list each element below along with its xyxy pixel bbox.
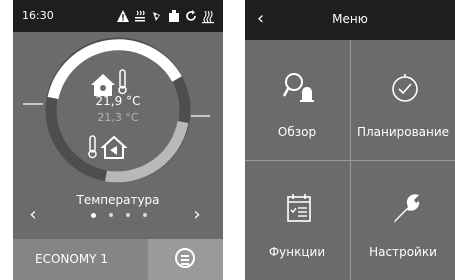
clock-icon <box>392 74 418 102</box>
status-icons <box>116 6 215 26</box>
clock-text: 16:30 <box>22 9 54 22</box>
next-arrow-button[interactable]: › <box>187 205 207 225</box>
menu-title: Меню <box>332 12 368 26</box>
prev-arrow-button[interactable]: ‹ <box>23 205 43 225</box>
page-dot[interactable] <box>143 213 147 217</box>
footer-bar: ECONOMY 1 <box>13 239 223 280</box>
wrench-icon <box>394 194 420 223</box>
grid-divider-horizontal <box>245 160 455 161</box>
tile-schedule[interactable]: Планирование <box>351 41 455 160</box>
tile-label: Функции <box>268 245 326 259</box>
page-indicator <box>91 213 147 218</box>
menu-header: ‹ Меню <box>245 0 455 40</box>
tile-label: Обзор <box>277 125 317 139</box>
heating-icon <box>133 8 147 24</box>
tile-functions[interactable]: Функции <box>245 161 349 280</box>
indoor-house-icon <box>91 69 127 96</box>
tile-overview[interactable]: Обзор <box>245 41 349 160</box>
indoor-temperature: 21,9 °C <box>95 94 141 108</box>
fan-icon <box>150 8 164 24</box>
sync-icon <box>184 8 198 24</box>
search-bell-icon <box>282 73 314 102</box>
thermostat-screen: 16:30 21,9 °C 21,3 °C Температура ‹ › EC… <box>13 0 223 280</box>
tile-label: Настройки <box>369 245 437 259</box>
outdoor-house-icon <box>88 135 128 159</box>
filter-icon <box>167 8 181 24</box>
heat-wave-icon <box>201 8 215 24</box>
mode-button[interactable]: ECONOMY 1 <box>13 239 148 280</box>
tile-label: Планирование <box>356 125 450 139</box>
menu-button[interactable] <box>148 239 223 280</box>
menu-screen: ‹ Меню Обзор Планирование Функции Настро… <box>245 0 455 280</box>
menu-icon <box>175 248 195 268</box>
calendar-list-icon <box>287 194 311 222</box>
page-dot[interactable] <box>91 213 96 218</box>
outdoor-temperature: 21,3 °C <box>97 111 139 124</box>
warning-icon[interactable] <box>116 8 130 24</box>
status-bar: 16:30 <box>13 0 223 32</box>
page-dot[interactable] <box>126 213 130 217</box>
tile-settings[interactable]: Настройки <box>351 161 455 280</box>
page-dot[interactable] <box>109 213 113 217</box>
